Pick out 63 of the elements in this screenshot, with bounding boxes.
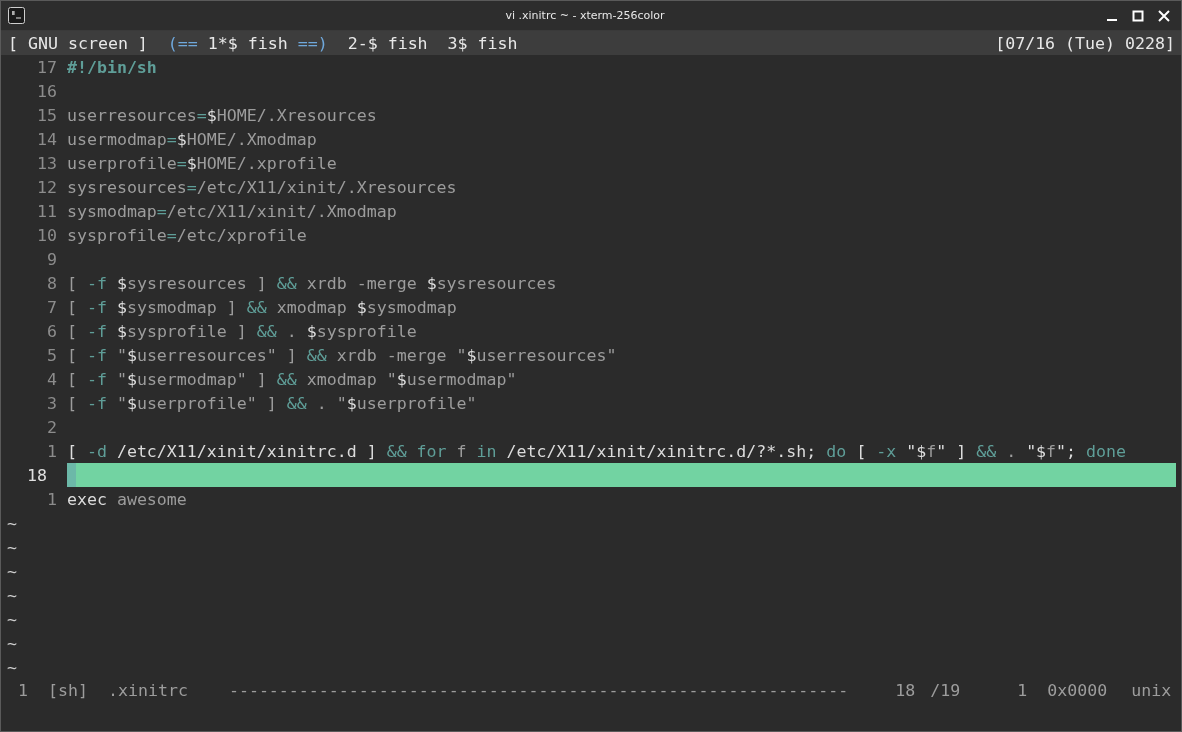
code-line: [ -f "$userprofile" ] && . "$userprofile" bbox=[66, 392, 478, 415]
tilde-marker: ~ bbox=[7, 609, 17, 629]
line-number: 16 bbox=[35, 81, 58, 101]
code-line: #!/bin/sh bbox=[66, 56, 158, 79]
code-line: userresources=$HOME/.Xresources bbox=[66, 104, 378, 127]
line-number: 11 bbox=[35, 201, 58, 221]
screen-label: [ GNU screen ] bbox=[8, 33, 148, 53]
line-number: 3 bbox=[45, 393, 58, 413]
line-number: 9 bbox=[45, 249, 58, 269]
code-line: [ -d /etc/X11/xinit/xinitrc.d ] && for f in /etc/X11/xinit/xinitrc.d/?*.sh; do [ -x "$f" ] && . "$f"; done bbox=[66, 440, 1128, 463]
code-line: exec awesome bbox=[66, 488, 188, 511]
column-number: 1 bbox=[1017, 680, 1028, 700]
code-line: [ -f $sysresources ] && xrdb -merge $sysresources bbox=[66, 272, 558, 295]
screen-window-tab[interactable]: (== 1*$ fish ==) bbox=[167, 33, 328, 53]
status-rule: -------------------------------------------------------------- bbox=[228, 680, 849, 700]
line-number: 6 bbox=[45, 321, 58, 341]
line-number: 14 bbox=[35, 129, 58, 149]
line-number: 4 bbox=[45, 369, 58, 389]
code-line: userprofile=$HOME/.xprofile bbox=[66, 152, 338, 175]
line-number: 15 bbox=[35, 105, 58, 125]
text-cursor bbox=[66, 463, 76, 487]
line-number: 1 bbox=[45, 489, 58, 509]
code-line: sysprofile=/etc/xprofile bbox=[66, 224, 308, 247]
line-number: 18 bbox=[895, 680, 916, 700]
tilde-marker: ~ bbox=[7, 633, 17, 653]
minimize-icon bbox=[1107, 19, 1117, 21]
code-line: usermodmap=$HOME/.Xmodmap bbox=[66, 128, 318, 151]
tilde-marker: ~ bbox=[7, 561, 17, 581]
line-number: 5 bbox=[45, 345, 58, 365]
filetype-label: [sh] bbox=[48, 680, 88, 700]
screen-window-tab[interactable]: 3$ fish bbox=[447, 33, 518, 53]
tilde-marker: ~ bbox=[7, 657, 17, 677]
maximize-icon bbox=[1132, 9, 1144, 22]
code-line: [ -f $sysmodmap ] && xmodmap $sysmodmap bbox=[66, 296, 458, 319]
screen-window-tab[interactable]: 2-$ fish bbox=[347, 33, 428, 53]
line-number: 10 bbox=[35, 225, 58, 245]
window-title: vi .xinitrc ~ - xterm-256color bbox=[504, 9, 666, 22]
line-total: /19 bbox=[930, 680, 961, 700]
tilde-marker: ~ bbox=[7, 585, 17, 605]
code-line: sysmodmap=/etc/X11/xinit/.Xmodmap bbox=[66, 200, 398, 223]
tilde-marker: ~ bbox=[7, 537, 17, 557]
file-format: unix bbox=[1131, 680, 1172, 700]
char-code: 0x0000 bbox=[1047, 680, 1108, 700]
maximize-button[interactable] bbox=[1131, 8, 1145, 23]
close-icon bbox=[1158, 9, 1170, 22]
file-name: .xinitrc bbox=[107, 680, 188, 700]
line-number: 13 bbox=[35, 153, 58, 173]
code-line: [ -f $sysprofile ] && . $sysprofile bbox=[66, 320, 418, 343]
code-line: [ -f "$userresources" ] && xrdb -merge "$userresources" bbox=[66, 344, 618, 367]
tilde-marker: ~ bbox=[7, 513, 17, 533]
clock-text: [07/16 (Tue) 0228] bbox=[995, 33, 1175, 53]
line-number: 7 bbox=[45, 297, 58, 317]
code-line: sysresources=/etc/X11/xinit/.Xresources bbox=[66, 176, 458, 199]
close-button[interactable] bbox=[1157, 8, 1171, 23]
line-number: 18 bbox=[25, 465, 48, 485]
line-number: 8 bbox=[45, 273, 58, 293]
line-number: 1 bbox=[45, 441, 58, 461]
line-number: 17 bbox=[35, 57, 58, 77]
line-number: 12 bbox=[35, 177, 58, 197]
code-line: [ -f "$usermodmap" ] && xmodmap "$usermodmap" bbox=[66, 368, 518, 391]
terminal-icon[interactable] bbox=[8, 7, 25, 24]
line-number: 2 bbox=[45, 417, 58, 437]
window-number: 1 bbox=[18, 680, 28, 700]
